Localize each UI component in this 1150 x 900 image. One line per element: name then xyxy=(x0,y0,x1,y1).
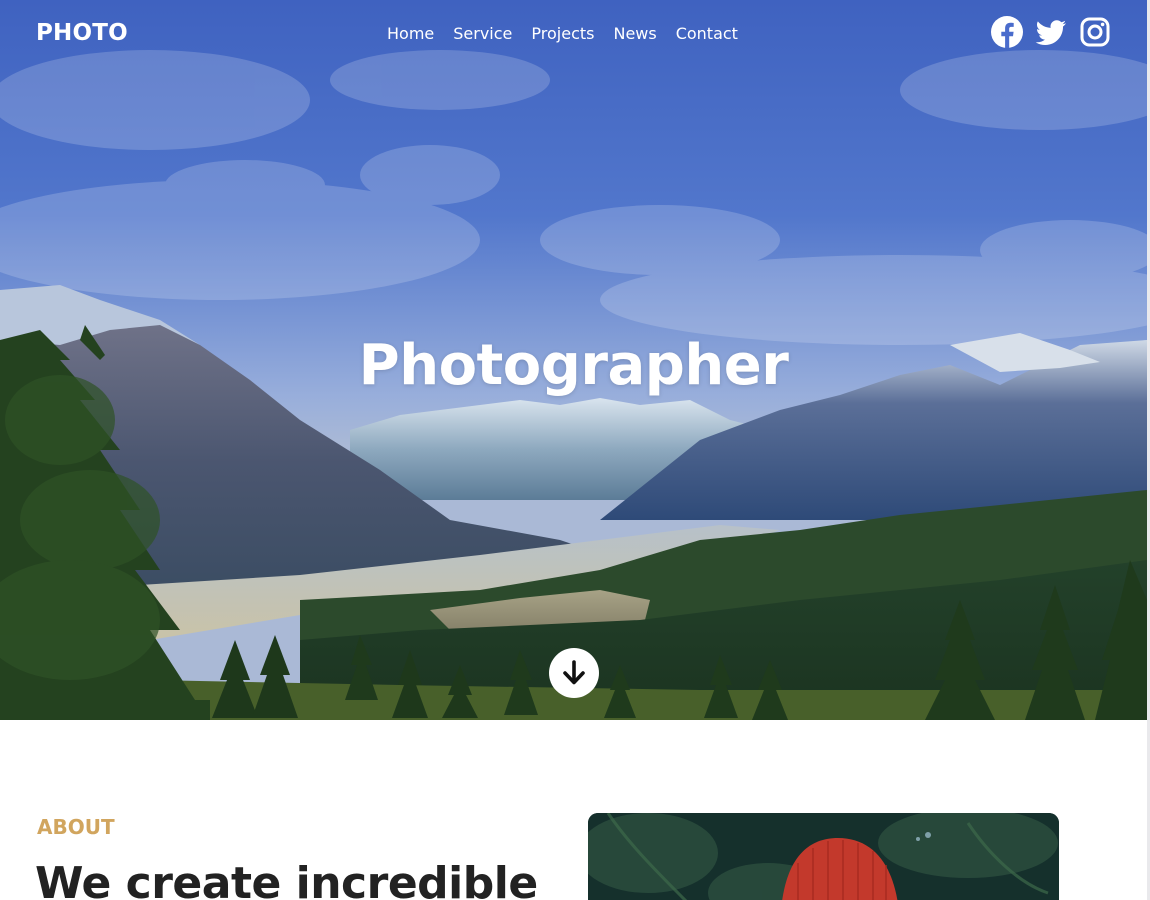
nav-link-service[interactable]: Service xyxy=(453,24,512,43)
menu-item-contact: Contact xyxy=(676,24,738,43)
nav-link-projects[interactable]: Projects xyxy=(531,24,594,43)
social-links xyxy=(991,16,1111,48)
arrow-down-icon xyxy=(563,660,585,685)
twitter-link[interactable] xyxy=(1035,16,1067,48)
instagram-icon xyxy=(1080,17,1110,47)
hero-title: Photographer xyxy=(358,333,789,398)
nav-link-news[interactable]: News xyxy=(613,24,656,43)
nav-link-contact[interactable]: Contact xyxy=(676,24,738,43)
nav-link-home[interactable]: Home xyxy=(387,24,434,43)
facebook-link[interactable] xyxy=(991,16,1023,48)
scroll-down-button[interactable] xyxy=(549,648,599,698)
about-label: ABOUT xyxy=(37,815,115,839)
page: PHOTO Home Service Projects News Contact xyxy=(0,0,1150,900)
menu-item-service: Service xyxy=(453,24,512,43)
menu-item-projects: Projects xyxy=(531,24,594,43)
instagram-link[interactable] xyxy=(1079,16,1111,48)
site-logo[interactable]: PHOTO xyxy=(36,20,128,46)
top-navigation: PHOTO Home Service Projects News Contact xyxy=(0,0,1147,70)
main-menu: Home Service Projects News Contact xyxy=(387,24,738,43)
portrait-image xyxy=(588,813,1059,900)
menu-item-news: News xyxy=(613,24,656,43)
facebook-icon xyxy=(991,16,1023,48)
menu-item-home: Home xyxy=(387,24,434,43)
hero-section: PHOTO Home Service Projects News Contact xyxy=(0,0,1147,720)
about-photo xyxy=(588,813,1059,900)
about-heading: We create incredible xyxy=(35,858,538,900)
twitter-icon xyxy=(1035,20,1066,45)
